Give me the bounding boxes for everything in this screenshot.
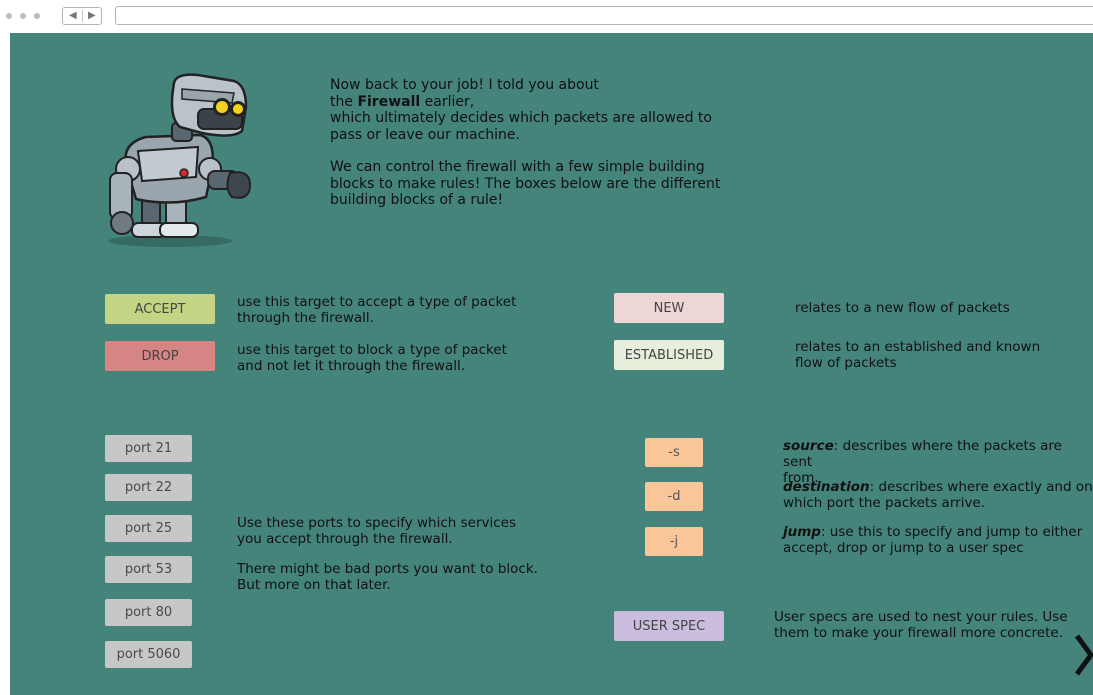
back-icon[interactable]: ◀ <box>69 9 77 23</box>
port-25-block[interactable]: port 25 <box>105 515 192 542</box>
intro-text: Now back to your job! I told you about t… <box>330 77 750 209</box>
description-line: them to make your firewall more concrete… <box>774 625 1063 641</box>
description-line: User specs are used to nest your rules. … <box>774 609 1068 625</box>
ports-description: Use these ports to specify which service… <box>237 515 577 593</box>
description-line: use this target to block a type of packe… <box>237 342 507 358</box>
drop-block[interactable]: DROP <box>105 341 215 371</box>
accept-description: use this target to accept a type of pack… <box>237 294 567 326</box>
accept-block[interactable]: ACCEPT <box>105 294 215 324</box>
forward-icon[interactable]: ▶ <box>88 9 96 23</box>
description-line: There might be bad ports you want to blo… <box>237 561 538 577</box>
port-22-block[interactable]: port 22 <box>105 474 192 501</box>
port-21-block[interactable]: port 21 <box>105 435 192 462</box>
established-description: relates to an established and known flow… <box>795 339 1093 371</box>
description-line: flow of packets <box>795 355 897 371</box>
browser-chrome: ◀ ▶ <box>0 0 1093 33</box>
description-line: you accept through the firewall. <box>237 531 453 547</box>
address-bar[interactable] <box>115 6 1093 25</box>
description-line: But more on that later. <box>237 577 391 593</box>
user-spec-description: User specs are used to nest your rules. … <box>774 609 1084 641</box>
nav-divider <box>82 10 83 22</box>
chevron-right-icon[interactable] <box>1074 633 1093 677</box>
new-description: relates to a new flow of packets <box>795 300 1010 316</box>
port-80-block[interactable]: port 80 <box>105 599 192 626</box>
firewall-term: Firewall <box>357 93 421 110</box>
description-line: which port the packets arrive. <box>783 495 986 511</box>
description-line: jump: use this to specify and jump to ei… <box>783 524 1093 540</box>
destination-description: destination: describes where exactly and… <box>783 479 1093 511</box>
description-line: through the firewall. <box>237 310 374 326</box>
intro-line: the Firewall earlier, <box>330 94 750 111</box>
window-dot-icon <box>6 13 12 19</box>
robot-mascot-icon <box>108 73 252 247</box>
port-5060-block[interactable]: port 5060 <box>105 641 192 668</box>
source-term: source <box>783 438 834 454</box>
jump-description: jump: use this to specify and jump to ei… <box>783 524 1093 556</box>
jump-term: jump <box>783 524 821 540</box>
port-53-block[interactable]: port 53 <box>105 556 192 583</box>
description-line: Use these ports to specify which service… <box>237 515 517 531</box>
intro-line: Now back to your job! I told you about <box>330 77 599 93</box>
drop-description: use this target to block a type of packe… <box>237 342 567 374</box>
description-line: destination: describes where exactly and… <box>783 479 1093 495</box>
lesson-stage: Now back to your job! I told you about t… <box>10 33 1093 695</box>
source-flag-block[interactable]: -s <box>645 438 703 467</box>
description-line: and not let it through the firewall. <box>237 358 466 374</box>
description-line: source: describes where the packets are … <box>783 438 1093 470</box>
description-line: accept, drop or jump to a user spec <box>783 540 1024 556</box>
established-block[interactable]: ESTABLISHED <box>614 340 724 370</box>
description-line: use this target to accept a type of pack… <box>237 294 517 310</box>
destination-term: destination <box>783 479 870 495</box>
intro-text-segment: the <box>330 93 358 110</box>
intro-line: pass or leave our machine. <box>330 126 520 143</box>
intro-line: blocks to make rules! The boxes below ar… <box>330 175 721 192</box>
intro-line: which ultimately decides which packets a… <box>330 110 712 126</box>
description-text: : use this to specify and jump to either <box>820 524 1083 540</box>
jump-flag-block[interactable]: -j <box>645 527 703 556</box>
intro-text-segment: earlier, <box>420 93 475 110</box>
new-block[interactable]: NEW <box>614 293 724 323</box>
destination-flag-block[interactable]: -d <box>645 482 703 511</box>
user-spec-block[interactable]: USER SPEC <box>614 611 724 641</box>
window-dot-icon <box>20 13 26 19</box>
intro-line: building blocks of a rule! <box>330 192 504 208</box>
nav-buttons: ◀ ▶ <box>62 7 102 25</box>
description-line: relates to an established and known <box>795 339 1041 355</box>
window-dot-icon <box>34 13 40 19</box>
intro-line: We can control the firewall with a few s… <box>330 159 705 175</box>
description-text: : describes where exactly and on <box>869 479 1093 495</box>
